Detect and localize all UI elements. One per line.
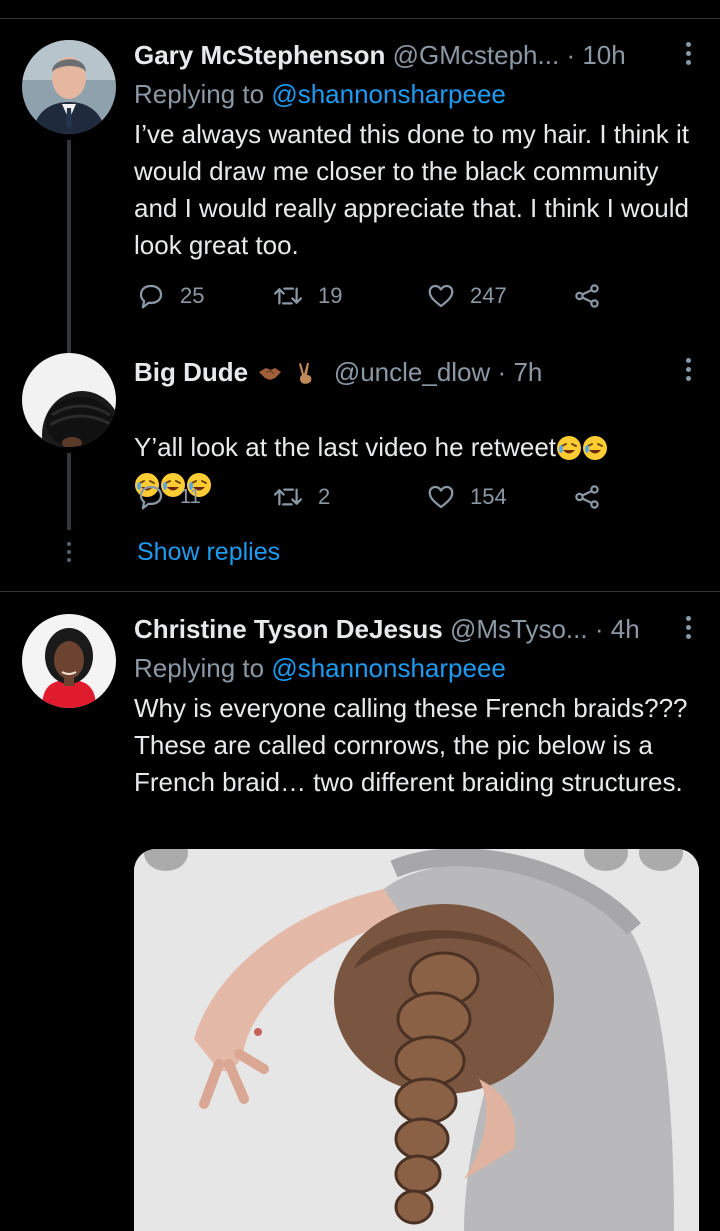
author-name[interactable]: Gary McStephenson xyxy=(134,40,385,70)
section-divider xyxy=(0,591,720,592)
show-replies-link[interactable]: Show replies xyxy=(137,535,280,569)
retweet-button[interactable]: 19 xyxy=(272,279,342,313)
like-button[interactable]: 247 xyxy=(426,279,507,313)
share-button[interactable] xyxy=(572,480,616,514)
like-count: 247 xyxy=(470,283,507,308)
timestamp[interactable]: 10h xyxy=(582,40,625,70)
avatar-christine[interactable] xyxy=(22,614,116,708)
reply-count: 11 xyxy=(180,485,201,508)
author-handle[interactable]: @GMcsteph... xyxy=(393,40,560,70)
top-divider xyxy=(0,18,720,19)
reply-button[interactable]: 11 xyxy=(136,480,201,514)
thread-line xyxy=(67,140,71,355)
replying-to-label: Replying to xyxy=(134,79,265,109)
retweet-icon xyxy=(273,488,303,506)
rofl-emoji xyxy=(583,436,608,460)
retweet-count: 19 xyxy=(318,283,343,308)
replying-to-mention[interactable]: @shannonsharpeee xyxy=(271,79,506,109)
more-options-icon[interactable] xyxy=(684,356,692,384)
handshake-emoji xyxy=(259,368,282,380)
author-name[interactable]: Big Dude xyxy=(134,357,248,387)
retweet-count: 2 xyxy=(318,484,331,509)
rofl-emoji xyxy=(557,436,582,460)
replying-to: Replying to @shannonsharpeee xyxy=(134,77,506,111)
share-icon xyxy=(575,485,599,509)
thread-continuation-dots xyxy=(66,540,72,564)
tweet-header: Gary McStephenson @GMcsteph... · 10h xyxy=(134,38,660,72)
timestamp[interactable]: 4h xyxy=(611,614,640,644)
thread-line xyxy=(67,453,71,530)
replying-to: Replying to @shannonsharpeee xyxy=(134,651,506,685)
separator-dot: · xyxy=(497,357,507,387)
tweet-actions: 11 2 154 xyxy=(134,480,614,514)
avatar-big-dude[interactable] xyxy=(22,353,116,447)
heart-icon xyxy=(428,284,454,308)
tweet-header: Big Dude @uncle_dlow · 7h xyxy=(134,355,630,389)
like-button[interactable]: 154 xyxy=(426,480,507,514)
separator-dot: · xyxy=(594,614,604,644)
heart-icon xyxy=(428,485,454,509)
replying-to-label: Replying to xyxy=(134,653,265,683)
more-options-icon[interactable] xyxy=(684,614,692,642)
more-options-icon[interactable] xyxy=(684,40,692,68)
replying-to-mention[interactable]: @shannonsharpeee xyxy=(271,653,506,683)
author-handle[interactable]: @uncle_dlow xyxy=(334,357,490,387)
retweet-button[interactable]: 2 xyxy=(272,480,330,514)
timestamp[interactable]: 7h xyxy=(513,357,542,387)
tweet-actions: 25 19 247 xyxy=(134,279,614,313)
avatar-gary[interactable] xyxy=(22,40,116,134)
reply-icon xyxy=(139,485,163,510)
reply-count: 25 xyxy=(180,283,205,308)
tweet-header: Christine Tyson DeJesus @MsTyso... · 4h xyxy=(134,612,660,646)
reply-button[interactable]: 25 xyxy=(136,279,204,313)
author-name[interactable]: Christine Tyson DeJesus xyxy=(134,614,443,644)
separator-dot: · xyxy=(566,40,576,70)
tweet-text-content: Y’all look at the last video he retweet xyxy=(134,432,557,462)
attached-image-french-braid[interactable] xyxy=(134,849,699,1231)
tweet-text: Why is everyone calling these French bra… xyxy=(134,693,688,797)
like-count: 154 xyxy=(470,484,507,509)
victory-hand-emoji xyxy=(298,363,311,384)
retweet-icon xyxy=(273,287,303,305)
share-icon xyxy=(575,284,599,308)
reply-icon xyxy=(139,284,163,309)
share-button[interactable] xyxy=(572,279,616,313)
author-handle[interactable]: @MsTyso... xyxy=(450,614,588,644)
tweet-text: I’ve always wanted this done to my hair.… xyxy=(134,119,689,260)
